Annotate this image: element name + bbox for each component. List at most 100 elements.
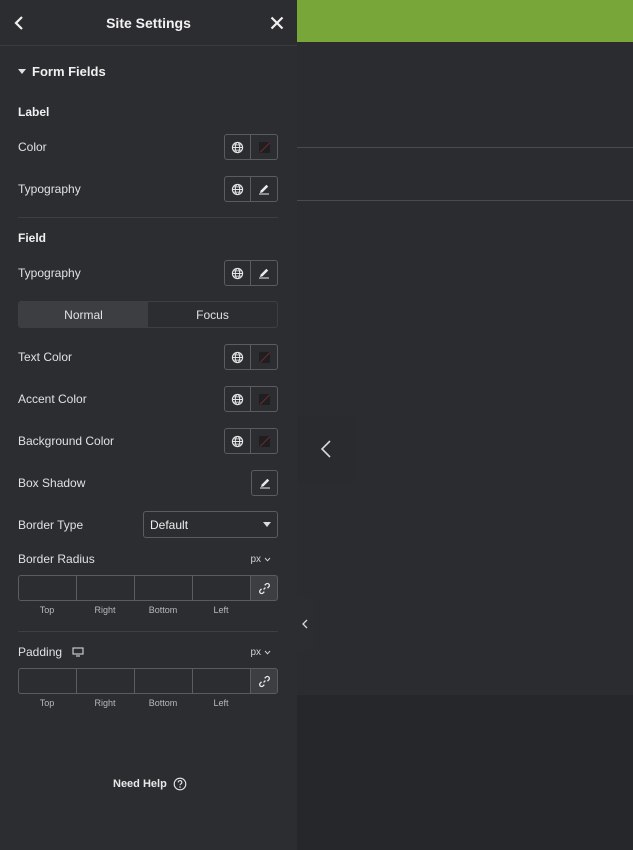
globe-icon [231, 351, 244, 363]
field-typography-control [224, 260, 278, 286]
color-picker-button[interactable] [251, 428, 278, 454]
border-radius-top-input[interactable] [18, 575, 76, 601]
color-picker-button[interactable] [251, 134, 278, 160]
link-values-button[interactable] [250, 575, 278, 601]
edit-button[interactable] [251, 260, 278, 286]
preview-canvas [297, 42, 633, 695]
field-heading: Field [18, 231, 47, 245]
border-radius-right-input[interactable] [76, 575, 134, 601]
padding-left-input[interactable] [192, 668, 250, 694]
need-help-label: Need Help [113, 778, 167, 790]
padding-label: Padding [18, 645, 63, 659]
preview-divider [297, 200, 633, 201]
color-swatch [258, 393, 270, 405]
background-color-label: Background Color [18, 434, 115, 448]
global-button[interactable] [224, 134, 251, 160]
border-type-select[interactable]: Default [143, 511, 278, 538]
panel-title: Site Settings [106, 14, 191, 31]
pencil-icon [259, 268, 269, 279]
caret-down-icon [18, 69, 26, 74]
globe-icon [231, 183, 244, 195]
divider [18, 631, 278, 632]
chevron-left-icon [14, 16, 23, 30]
border-type-value: Default [150, 517, 189, 532]
edit-button[interactable] [251, 470, 278, 496]
need-help-link[interactable]: Need Help [113, 777, 187, 791]
global-button[interactable] [224, 176, 251, 202]
desktop-icon[interactable] [72, 647, 84, 657]
box-shadow-label: Box Shadow [18, 476, 86, 490]
question-icon [173, 777, 187, 791]
global-button[interactable] [224, 386, 251, 412]
border-radius-dimension-labels: Top Right Bottom Left [18, 605, 250, 615]
panel-collapse-button[interactable] [297, 598, 313, 650]
padding-unit-select[interactable]: px [250, 647, 271, 658]
accent-color-control [224, 386, 278, 412]
label-typography-label: Typography [18, 182, 81, 196]
padding-bottom-input[interactable] [134, 668, 192, 694]
chevron-left-icon [320, 440, 331, 458]
color-swatch [258, 435, 270, 447]
chevron-down-icon [264, 650, 271, 655]
color-picker-button[interactable] [251, 386, 278, 412]
dimension-label: Left [213, 698, 229, 708]
site-settings-panel: Site Settings Form Fields Label Color Ty… [0, 0, 297, 850]
label-heading: Label [18, 105, 50, 119]
border-radius-label: Border Radius [18, 552, 95, 566]
accent-color-label: Accent Color [18, 392, 87, 406]
padding-top-input[interactable] [18, 668, 76, 694]
border-type-label: Border Type [18, 518, 84, 532]
dimension-label: Right [94, 605, 116, 615]
link-icon [258, 675, 270, 687]
back-button[interactable] [9, 13, 29, 33]
divider [18, 217, 278, 218]
preview-prev-arrow[interactable] [297, 416, 355, 482]
globe-icon [231, 393, 244, 405]
state-tabs: Normal Focus [18, 301, 278, 328]
border-radius-unit-select[interactable]: px [250, 554, 271, 565]
edit-button[interactable] [251, 176, 278, 202]
padding-dimension-labels: Top Right Bottom Left [18, 698, 250, 708]
box-shadow-control [251, 470, 278, 496]
dimension-label: Top [39, 698, 55, 708]
border-radius-inputs [18, 575, 278, 601]
section-title: Form Fields [32, 64, 106, 79]
tab-normal[interactable]: Normal [19, 302, 148, 327]
border-radius-left-input[interactable] [192, 575, 250, 601]
global-button[interactable] [224, 344, 251, 370]
label-color-control [224, 134, 278, 160]
close-button[interactable] [267, 13, 287, 33]
section-toggle-form-fields[interactable]: Form Fields [18, 64, 106, 79]
caret-down-icon [263, 522, 271, 527]
dimension-label: Right [94, 698, 116, 708]
pencil-icon [259, 478, 270, 489]
label-color-label: Color [18, 140, 47, 154]
unit-label: px [250, 647, 261, 658]
panel-header: Site Settings [0, 0, 297, 46]
close-icon [270, 16, 284, 30]
padding-label-row: Padding [18, 645, 84, 659]
color-picker-button[interactable] [251, 344, 278, 370]
preview-top-bar [297, 0, 633, 42]
pencil-icon [259, 184, 269, 195]
label-typography-control [224, 176, 278, 202]
link-icon [258, 582, 270, 594]
field-typography-label: Typography [18, 266, 81, 280]
dimension-label: Bottom [148, 698, 178, 708]
globe-icon [231, 435, 244, 447]
unit-label: px [250, 554, 261, 565]
tab-focus[interactable]: Focus [148, 302, 277, 327]
padding-right-input[interactable] [76, 668, 134, 694]
link-values-button[interactable] [250, 668, 278, 694]
text-color-control [224, 344, 278, 370]
background-color-control [224, 428, 278, 454]
padding-inputs [18, 668, 278, 694]
border-radius-bottom-input[interactable] [134, 575, 192, 601]
dimension-label: Top [39, 605, 55, 615]
chevron-left-icon [302, 619, 308, 629]
global-button[interactable] [224, 260, 251, 286]
global-button[interactable] [224, 428, 251, 454]
globe-icon [231, 267, 244, 279]
globe-icon [231, 141, 244, 153]
color-swatch [258, 351, 270, 363]
